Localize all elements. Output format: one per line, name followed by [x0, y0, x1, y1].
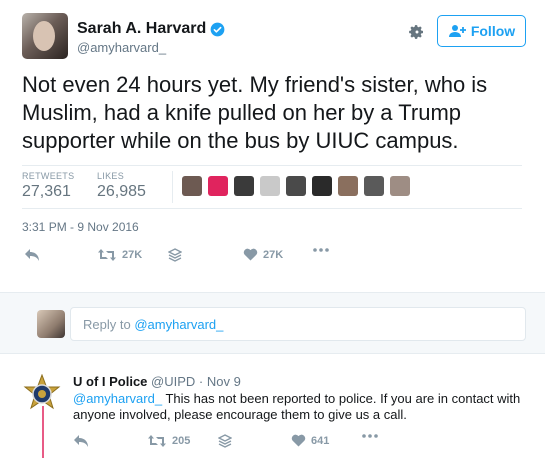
like-button[interactable]: 27K	[243, 248, 283, 261]
liker-avatar[interactable]	[312, 176, 332, 196]
more-button[interactable]	[313, 248, 329, 252]
reply-text: @amyharvard_ This has not been reported …	[73, 391, 523, 423]
reply-like-count: 641	[311, 434, 330, 447]
likes-label: LIKES	[97, 171, 125, 181]
liker-avatar[interactable]	[364, 176, 384, 196]
retweets-count: 27,361	[22, 183, 71, 200]
retweet-icon	[148, 435, 166, 447]
reply-composer: Reply to @amyharvard_	[0, 292, 545, 354]
like-count: 27K	[263, 248, 284, 261]
main-tweet: Sarah A. Harvard @amyharvard_ Follow Not…	[0, 0, 545, 292]
police-badge-icon[interactable]	[22, 373, 62, 414]
reply-timestamp[interactable]: Nov 9	[207, 374, 241, 389]
likes-count: 26,985	[97, 183, 146, 200]
heart-icon	[291, 434, 306, 447]
stack-icon	[218, 434, 232, 448]
reply-input[interactable]: Reply to @amyharvard_	[70, 307, 526, 341]
more-icon	[362, 434, 378, 438]
divider	[22, 165, 522, 166]
author-handle[interactable]: @amyharvard_	[77, 40, 166, 55]
reply-button[interactable]	[73, 434, 89, 448]
reply-button[interactable]	[24, 248, 40, 262]
separator-dot: ·	[198, 374, 204, 389]
divider	[172, 171, 173, 203]
reply-retweet-count: 205	[172, 435, 191, 447]
more-button[interactable]	[362, 434, 378, 438]
liker-avatar[interactable]	[260, 176, 280, 196]
liker-avatar[interactable]	[390, 176, 410, 196]
reply-icon	[25, 249, 39, 261]
add-user-icon	[448, 25, 466, 37]
follow-button[interactable]: Follow	[437, 15, 526, 47]
reply-tweet: U of I Police @UIPD · Nov 9 @amyharvard_…	[0, 354, 545, 458]
avatar	[37, 310, 65, 338]
stack-button[interactable]	[218, 434, 232, 448]
stack-button[interactable]	[168, 248, 182, 262]
reply-mention: @amyharvard_	[134, 317, 224, 332]
avatar[interactable]	[22, 13, 68, 59]
reply-author-handle[interactable]: @UIPD	[151, 374, 195, 389]
liker-avatar[interactable]	[208, 176, 228, 196]
retweets-stat[interactable]: RETWEETS 27,361	[22, 171, 74, 201]
reply-icon	[74, 435, 88, 447]
retweet-button[interactable]: 27K	[97, 248, 142, 262]
retweets-label: RETWEETS	[22, 171, 75, 181]
verified-badge-icon	[210, 22, 225, 37]
liker-avatar[interactable]	[234, 176, 254, 196]
author-name[interactable]: Sarah A. Harvard	[77, 20, 206, 38]
reply-prefix: Reply to	[83, 317, 131, 332]
more-icon	[313, 248, 329, 252]
retweet-button[interactable]: 205	[147, 434, 190, 448]
like-button[interactable]: 641	[291, 434, 329, 447]
retweet-icon	[98, 249, 116, 261]
liker-avatar[interactable]	[338, 176, 358, 196]
liker-avatar[interactable]	[182, 176, 202, 196]
reply-author-name[interactable]: U of I Police	[73, 374, 147, 389]
follow-label: Follow	[470, 23, 516, 39]
heart-icon	[243, 248, 258, 261]
retweet-count: 27K	[122, 249, 143, 261]
stack-icon	[168, 248, 182, 262]
liker-avatars	[182, 176, 416, 196]
author-name-line[interactable]: Sarah A. Harvard	[77, 20, 225, 38]
tweet-text: Not even 24 hours yet. My friend's siste…	[22, 72, 488, 153]
reply-text-mention[interactable]: @amyharvard_	[73, 391, 162, 406]
tweet-timestamp[interactable]: 3:31 PM - 9 Nov 2016	[22, 220, 139, 234]
liker-avatar[interactable]	[286, 176, 306, 196]
gear-icon[interactable]	[409, 24, 425, 40]
likes-stat[interactable]: LIKES 26,985	[97, 171, 146, 201]
reply-author-line: U of I Police @UIPD · Nov 9	[73, 374, 241, 389]
divider	[22, 208, 522, 209]
